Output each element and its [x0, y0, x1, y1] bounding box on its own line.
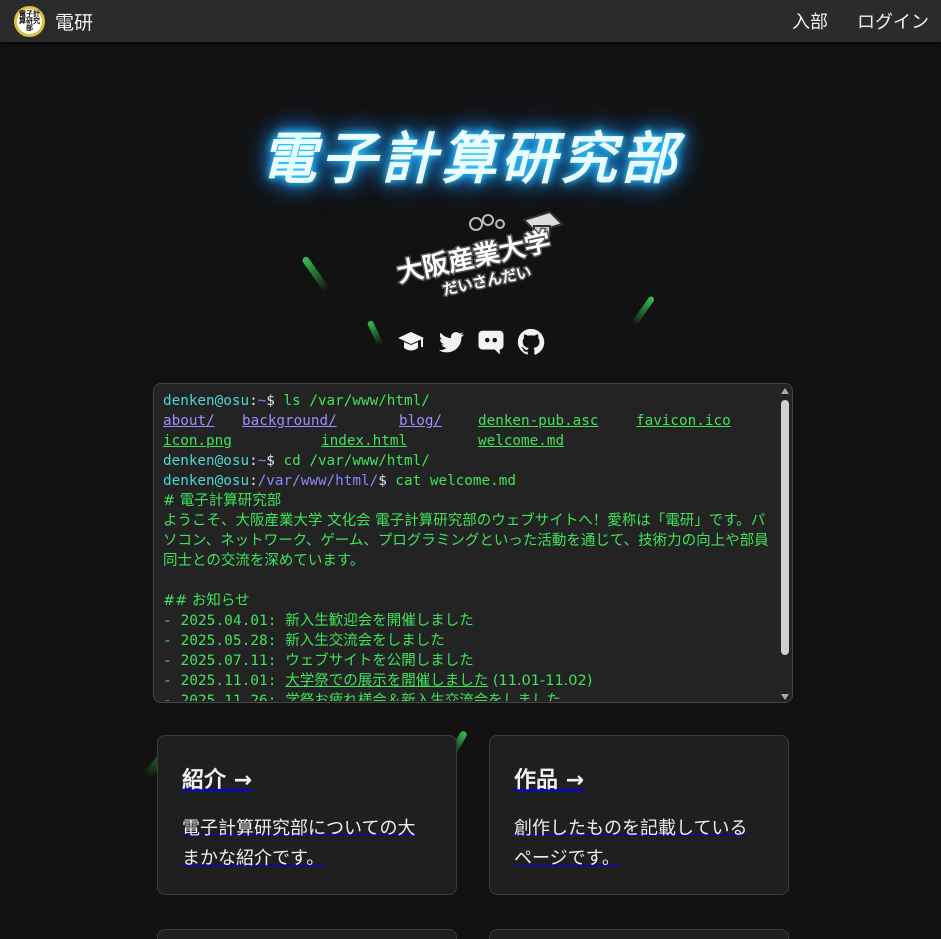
card-title: 作品 →	[514, 768, 585, 793]
scroll-up-icon[interactable]	[781, 388, 789, 394]
terminal-line: denken@osu:~$ cd /var/www/html/	[163, 453, 430, 469]
ls-entry-pubkey[interactable]: denken-pub.asc	[478, 411, 599, 431]
news-link-festival[interactable]: 大学祭での展示を開催しました	[285, 673, 488, 689]
terminal-scrollbar[interactable]	[780, 388, 790, 700]
club-logo: 電子計算研究部	[14, 5, 45, 37]
terminal-line: denken@osu:/var/www/html/$ cat welcome.m…	[163, 473, 516, 489]
news-item: - 2025.05.28: 新入生交流会をしました	[163, 633, 445, 649]
news-item: - 2025.04.01: 新入生歓迎会を開催しました	[163, 613, 474, 629]
scroll-down-icon[interactable]	[781, 694, 789, 700]
prompt-user: denken@osu	[163, 453, 250, 469]
university-logo: 大阪産業大学 だいさんだい	[393, 210, 564, 298]
background-streak	[630, 295, 656, 327]
markdown-heading: # 電子計算研究部	[163, 493, 282, 509]
terminal-command: ls /var/www/html/	[283, 393, 430, 409]
prompt-dollar: $	[378, 473, 387, 489]
top-navbar: 電子計算研究部 電研 入部 ログイン	[0, 0, 941, 42]
markdown-intro: ようこそ、大阪産業大学 文化会 電子計算研究部のウェブサイトへ！愛称は「電研」で…	[163, 513, 769, 569]
prompt-dollar: $	[266, 453, 275, 469]
ls-entry-favicon[interactable]: favicon.ico	[636, 411, 731, 431]
background-streak	[301, 255, 330, 293]
news-item: - 2025.07.11: ウェブサイトを公開しました	[163, 653, 474, 669]
terminal-command: cd /var/www/html/	[283, 453, 430, 469]
ls-entry-welcome[interactable]: welcome.md	[478, 431, 564, 451]
terminal-window[interactable]: denken@osu:~$ ls /var/www/html/ about/ba…	[153, 383, 793, 703]
card-partial[interactable]	[157, 929, 457, 939]
ls-entry-background[interactable]: background/	[242, 411, 337, 431]
brand-link[interactable]: 電子計算研究部 電研	[14, 5, 94, 37]
ls-entry-icon[interactable]: icon.png	[163, 431, 232, 451]
card-description: 創作したものを記載しているページです。	[514, 818, 748, 869]
ls-output-row: icon.png index.html welcome.md	[163, 431, 773, 451]
card-title: 紹介 →	[182, 768, 253, 793]
discord-icon[interactable]	[476, 327, 506, 357]
prompt-user: denken@osu	[163, 393, 250, 409]
card-description: 電子計算研究部についての大まかな紹介です。	[182, 818, 416, 869]
prompt-user: denken@osu	[163, 473, 250, 489]
scrollbar-thumb[interactable]	[781, 400, 789, 655]
card-about[interactable]: 紹介 → 電子計算研究部についての大まかな紹介です。	[157, 735, 457, 895]
nav-join-link[interactable]: 入部	[792, 8, 828, 34]
twitter-icon[interactable]	[436, 327, 466, 357]
ls-entry-blog[interactable]: blog/	[399, 411, 442, 431]
prompt-path: ~	[257, 453, 267, 469]
nav-login-link[interactable]: ログイン	[857, 8, 929, 34]
terminal-output: denken@osu:~$ ls /var/www/html/ about/ba…	[163, 391, 773, 701]
github-icon[interactable]	[516, 327, 546, 357]
ls-entry-about[interactable]: about/	[163, 411, 215, 431]
prompt-path: /var/www/html/	[257, 473, 379, 489]
site-name: 電研	[55, 11, 94, 34]
club-logo-text: 電子計算研究部	[19, 9, 40, 32]
page-title: 電子計算研究部	[260, 127, 681, 192]
nav-links: 入部 ログイン	[792, 8, 929, 34]
card-partial[interactable]	[489, 929, 789, 939]
background-streak	[366, 319, 384, 347]
main-content: 電子計算研究部 大阪産業大学 だいさんだい denken@osu:~$ ls /…	[0, 42, 941, 939]
ls-output-row: about/background/blog/denken-pub.asc favi…	[163, 411, 773, 431]
terminal-command: cat welcome.md	[395, 473, 516, 489]
terminal-line: denken@osu:~$ ls /var/www/html/	[163, 393, 430, 409]
social-links	[396, 327, 546, 357]
ls-entry-index[interactable]: index.html	[321, 431, 407, 451]
news-item: - 2025.11.26: 学祭お疲れ様会＆新入生交流会をしました	[163, 693, 561, 701]
prompt-path: ~	[257, 393, 267, 409]
markdown-news-heading: ## お知らせ	[163, 593, 250, 609]
news-item: - 2025.11.01: 大学祭での展示を開催しました (11.01-11.0…	[163, 673, 593, 689]
card-works[interactable]: 作品 → 創作したものを記載しているページです。	[489, 735, 789, 895]
graduation-cap-icon[interactable]	[396, 327, 426, 357]
prompt-dollar: $	[266, 393, 275, 409]
